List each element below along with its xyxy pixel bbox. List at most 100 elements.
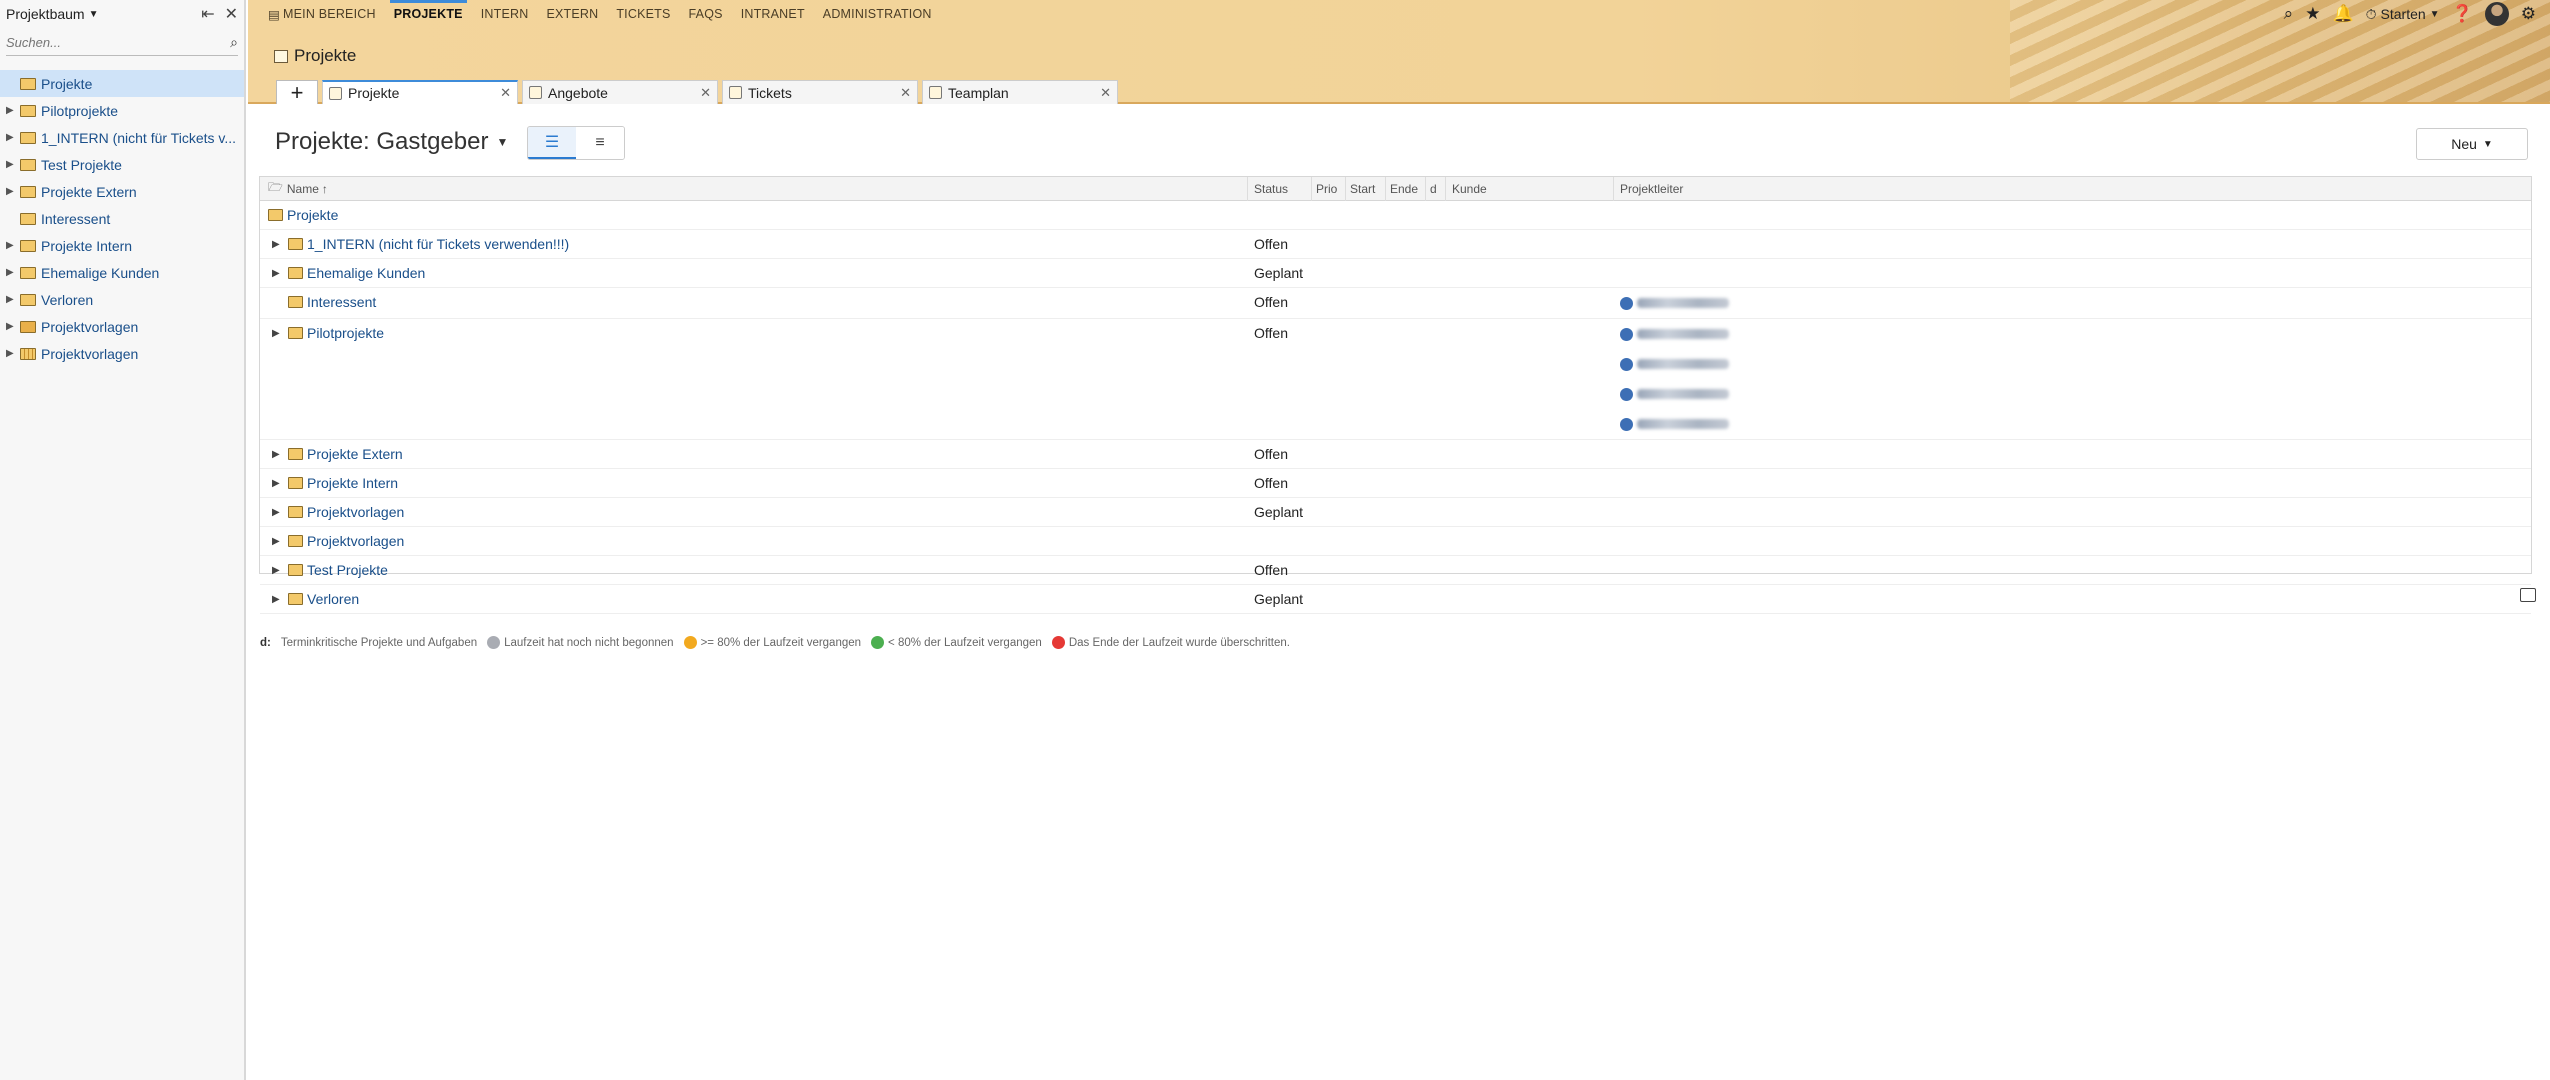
table-row[interactable]: ▶ Verloren Geplant <box>260 585 2531 614</box>
row-label[interactable]: Test Projekte <box>307 562 388 578</box>
sidebar-item[interactable]: ▶ Pilotprojekte <box>0 97 244 124</box>
column-d[interactable]: d <box>1426 176 1446 201</box>
table-row[interactable]: ▶ Test Projekte Offen <box>260 556 2531 585</box>
nav-intern[interactable]: INTERN <box>481 0 529 28</box>
expand-arrow-icon[interactable]: ▶ <box>6 321 20 332</box>
search-icon[interactable]: ⌕ <box>230 34 238 51</box>
column-kunde[interactable]: Kunde <box>1446 176 1614 201</box>
nav-administration[interactable]: ADMINISTRATION <box>823 0 932 28</box>
sidebar-item[interactable]: ▶ Test Projekte <box>0 151 244 178</box>
search-icon[interactable]: ⌕ <box>2284 4 2294 24</box>
row-label[interactable]: Projekte Intern <box>307 475 398 491</box>
expand-arrow-icon[interactable]: ▶ <box>272 328 288 339</box>
table-row[interactable]: ▶ Pilotprojekte Offen <box>260 319 2531 440</box>
tab-angebote[interactable]: Angebote ✕ <box>522 80 718 104</box>
star-icon[interactable]: ★ <box>2305 4 2320 24</box>
bell-icon[interactable]: 🔔 <box>2332 4 2353 24</box>
expand-arrow-icon[interactable]: ▶ <box>272 594 288 605</box>
sidebar-item[interactable]: ▶ Projektvorlagen <box>0 313 244 340</box>
nav-projekte[interactable]: PROJEKTE <box>389 0 467 28</box>
sidebar-item[interactable]: Interessent <box>0 205 244 232</box>
sidebar-item[interactable]: ▶ Verloren <box>0 286 244 313</box>
table-row[interactable]: ▶ Projekte Intern Offen <box>260 469 2531 498</box>
column-prio[interactable]: Prio <box>1312 176 1346 201</box>
tab-projekte[interactable]: Projekte ✕ <box>322 80 518 104</box>
view-title-dropdown[interactable]: Projekte: Gastgeber ▼ <box>275 128 508 156</box>
expand-arrow-icon[interactable]: ▶ <box>6 132 20 143</box>
sidebar-item[interactable]: ▶ Projektvorlagen <box>0 340 244 367</box>
expand-arrow-icon[interactable]: ▶ <box>272 268 288 279</box>
sidebar-item[interactable]: ▶ 1_INTERN (nicht für Tickets v... <box>0 124 244 151</box>
close-icon[interactable]: ✕ <box>1100 85 1111 101</box>
project-leader[interactable] <box>1620 409 2531 439</box>
table-row[interactable]: ▶ Projekte Extern Offen <box>260 440 2531 469</box>
list-view-button[interactable]: ≡ <box>576 127 624 159</box>
tree-view-button[interactable]: ☰ <box>528 127 576 159</box>
expand-arrow-icon[interactable]: ▶ <box>272 536 288 547</box>
close-icon[interactable]: ✕ <box>500 85 511 101</box>
expand-arrow-icon[interactable]: ▶ <box>6 348 20 359</box>
expand-arrow-icon[interactable]: ▶ <box>272 565 288 576</box>
expand-arrow-icon[interactable]: ▶ <box>6 159 20 170</box>
row-label[interactable]: Pilotprojekte <box>307 325 384 341</box>
sidebar-title-dropdown[interactable]: Projektbaum ▼ <box>6 6 99 22</box>
row-label[interactable]: Verloren <box>307 591 359 607</box>
gear-icon[interactable]: ⚙ <box>2521 4 2536 24</box>
column-projektleiter[interactable]: Projektleiter <box>1614 177 2531 201</box>
new-button[interactable]: Neu ▼ <box>2416 128 2528 160</box>
close-icon[interactable]: ✕ <box>900 85 911 101</box>
help-icon[interactable]: ❓ <box>2452 4 2473 24</box>
project-leader[interactable] <box>1620 349 2531 379</box>
column-status[interactable]: Status <box>1248 176 1312 201</box>
column-name[interactable]: 🗁 Name ↑ <box>260 176 1248 201</box>
row-label[interactable]: Projekte <box>287 207 338 223</box>
tab-bar: + Projekte ✕ Angebote ✕ Tickets ✕ Teamplan ✕ <box>276 80 1118 105</box>
row-label[interactable]: Interessent <box>307 294 376 310</box>
start-dropdown[interactable]: ⏱ Starten ▼ <box>2366 6 2440 23</box>
tab-teamplan[interactable]: Teamplan ✕ <box>922 80 1118 104</box>
expand-arrow-icon[interactable]: ▶ <box>6 105 20 116</box>
close-icon[interactable]: ✕ <box>225 4 238 24</box>
nav-intranet[interactable]: INTRANET <box>741 0 805 28</box>
table-row[interactable]: Projekte <box>260 201 2531 230</box>
sidebar-item[interactable]: Projekte <box>0 70 244 97</box>
row-label[interactable]: Projektvorlagen <box>307 504 404 520</box>
table-row[interactable]: ▶ 1_INTERN (nicht für Tickets verwenden!!… <box>260 230 2531 259</box>
sidebar-item[interactable]: ▶ Projekte Intern <box>0 232 244 259</box>
expand-arrow-icon[interactable]: ▶ <box>272 449 288 460</box>
table-row[interactable]: ▶ Projektvorlagen <box>260 527 2531 556</box>
close-icon[interactable]: ✕ <box>700 85 711 101</box>
expand-arrow-icon[interactable]: ▶ <box>272 239 288 250</box>
export-icon[interactable] <box>2520 588 2536 602</box>
project-leader[interactable] <box>1620 379 2531 409</box>
nav-tickets[interactable]: TICKETS <box>616 0 670 28</box>
project-leader[interactable] <box>1620 319 2531 349</box>
nav-faqs[interactable]: FAQS <box>689 0 723 28</box>
row-label[interactable]: Projekte Extern <box>307 446 403 462</box>
row-label[interactable]: Projektvorlagen <box>307 533 404 549</box>
tab-tickets[interactable]: Tickets ✕ <box>722 80 918 104</box>
nav-extern[interactable]: EXTERN <box>546 0 598 28</box>
collapse-panel-icon[interactable]: ⇤ <box>201 4 214 24</box>
table-row[interactable]: Interessent Offen <box>260 288 2531 319</box>
column-ende[interactable]: Ende <box>1386 176 1426 201</box>
avatar[interactable] <box>2484 2 2509 26</box>
table-row[interactable]: ▶ Projektvorlagen Geplant <box>260 498 2531 527</box>
expand-arrow-icon[interactable]: ▶ <box>272 507 288 518</box>
page-title: Projekte <box>274 46 356 66</box>
expand-arrow-icon[interactable]: ▶ <box>272 478 288 489</box>
row-label[interactable]: 1_INTERN (nicht für Tickets verwenden!!!… <box>307 236 569 252</box>
add-tab-button[interactable]: + <box>276 80 318 105</box>
expand-arrow-icon[interactable]: ▶ <box>6 267 20 278</box>
expand-arrow-icon[interactable]: ▶ <box>6 240 20 251</box>
sidebar-item[interactable]: ▶ Projekte Extern <box>0 178 244 205</box>
column-start[interactable]: Start <box>1346 176 1386 201</box>
project-leader[interactable] <box>1620 288 2531 318</box>
expand-arrow-icon[interactable]: ▶ <box>6 294 20 305</box>
sidebar-item[interactable]: ▶ Ehemalige Kunden <box>0 259 244 286</box>
expand-arrow-icon[interactable]: ▶ <box>6 186 20 197</box>
nav-mein-bereich[interactable]: ▤ MEIN BEREICH <box>268 0 376 28</box>
table-row[interactable]: ▶ Ehemalige Kunden Geplant <box>260 259 2531 288</box>
search-input[interactable] <box>6 35 216 50</box>
row-label[interactable]: Ehemalige Kunden <box>307 265 425 281</box>
